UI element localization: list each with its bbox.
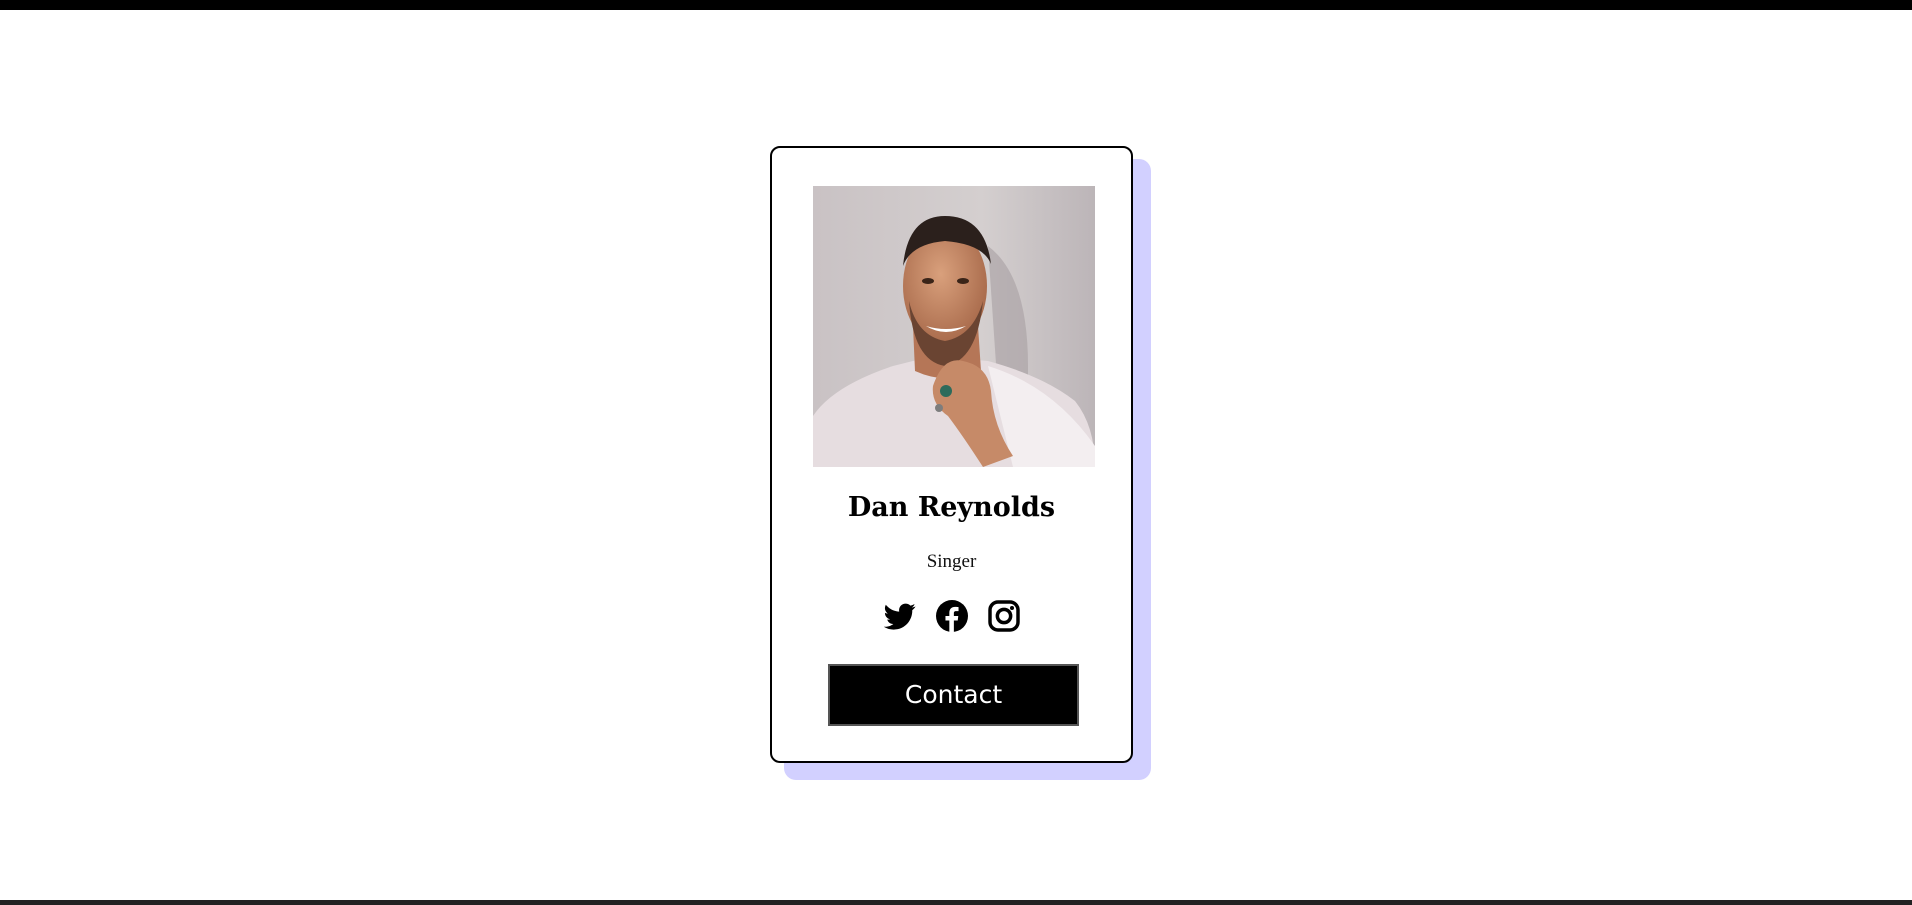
profile-name: Dan Reynolds [847, 492, 1056, 523]
profile-card: Dan Reynolds Singer Contact [770, 146, 1133, 763]
twitter-link[interactable] [883, 600, 916, 632]
bottom-bar [0, 900, 1912, 905]
facebook-icon [935, 600, 968, 632]
profile-role: Singer [926, 551, 977, 572]
top-bar [0, 0, 1912, 10]
profile-photo [813, 186, 1095, 467]
instagram-icon [987, 600, 1020, 632]
facebook-link[interactable] [935, 600, 968, 632]
instagram-link[interactable] [987, 600, 1020, 632]
social-links [772, 600, 1131, 632]
contact-button[interactable]: Contact [828, 664, 1079, 726]
twitter-icon [883, 603, 915, 630]
